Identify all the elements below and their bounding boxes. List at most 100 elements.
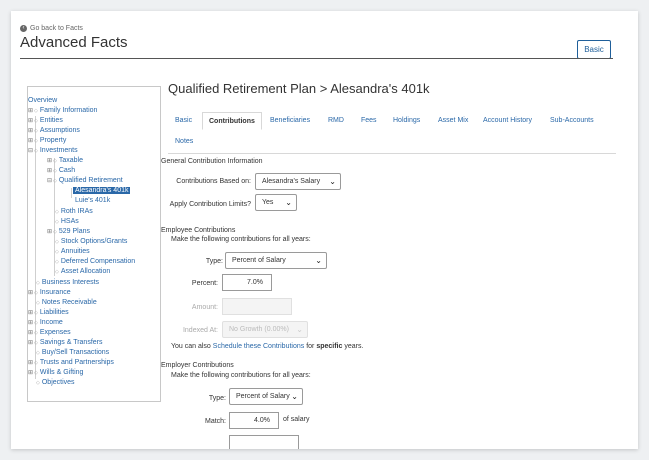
tree-item-deferred-compensation[interactable]: ◇ Deferred Compensation: [55, 257, 135, 267]
node-icon: ◇: [34, 138, 38, 144]
employer-match-suffix: of salary: [283, 416, 310, 423]
node-icon: ◇: [34, 320, 38, 326]
tree-item-expenses[interactable]: ⊞◇ Expenses: [28, 328, 71, 338]
apply-limits-label: Apply Contribution Limits?: [169, 201, 251, 208]
tree-item-business-interests[interactable]: ◇ Business Interests: [36, 278, 99, 288]
tree-item-stock-options[interactable]: ◇ Stock Options/Grants: [55, 237, 127, 247]
employee-percent-input[interactable]: 7.0%: [222, 274, 272, 291]
employer-type-select[interactable]: Percent of Salary ⌄: [229, 388, 303, 405]
back-to-facts-link[interactable]: ‹ Go back to Facts: [20, 25, 83, 32]
apply-limits-select[interactable]: Yes ⌄: [255, 194, 297, 211]
node-icon: ◇: [55, 269, 59, 275]
contributions-based-on-label: Contributions Based on:: [176, 178, 251, 185]
tab-asset-mix[interactable]: Asset Mix: [432, 112, 474, 130]
tab-holdings[interactable]: Holdings: [387, 112, 426, 130]
main-title: Qualified Retirement Plan > Alesandra's …: [168, 81, 430, 96]
node-icon: ◇: [34, 118, 38, 124]
employee-contributions-subheading: Make the following contributions for all…: [171, 236, 311, 243]
tree-item-roth-iras[interactable]: ◇ Roth IRAs: [55, 207, 93, 217]
node-icon: ◇: [55, 249, 59, 255]
node-icon: ◇: [53, 168, 57, 174]
chevron-down-icon: ⌄: [315, 256, 322, 265]
employer-type-label: Type:: [208, 395, 226, 402]
tree-item-hsas[interactable]: ◇ HSAs: [55, 217, 79, 227]
tree-item-overview[interactable]: Overview: [28, 96, 57, 105]
tree-item-objectives[interactable]: ◇ Objectives: [36, 378, 75, 388]
tree-item-qualified-retirement[interactable]: ⊟◇ Qualified Retirement: [47, 176, 123, 186]
node-icon: ◇: [34, 148, 38, 154]
employee-amount-input[interactable]: [222, 298, 292, 315]
employee-percent-label: Percent:: [191, 280, 218, 287]
page-title: Advanced Facts: [20, 34, 128, 51]
back-arrow-icon: ‹: [20, 25, 27, 32]
account-tabs: Basic Contributions Beneficiaries RMD Fe…: [168, 112, 616, 154]
chevron-down-icon: ⌄: [291, 392, 298, 401]
chevron-down-icon: ⌄: [285, 198, 292, 207]
tree-item-wills[interactable]: ⊞◇ Wills & Gifting: [28, 368, 83, 378]
tab-sub-accounts[interactable]: Sub-Accounts: [544, 112, 600, 130]
employer-next-input[interactable]: [229, 435, 299, 449]
tree-item-529-plans[interactable]: ⊞◇ 529 Plans: [47, 227, 90, 237]
node-icon: ◇: [34, 108, 38, 114]
employee-amount-label: Amount:: [191, 304, 218, 311]
node-icon: ◇: [55, 219, 59, 225]
tree-item-insurance[interactable]: ⊞◇ Insurance: [28, 288, 71, 298]
general-contribution-heading: General Contribution Information: [161, 158, 263, 165]
tree-item-family-information[interactable]: ⊞◇ Family Information: [28, 106, 97, 116]
facts-navigation-tree: Overview ⊞◇ Family Information ⊞◇ Entities…: [27, 86, 161, 402]
tree-item-savings-transfers[interactable]: ⊞◇ Savings & Transfers: [28, 338, 103, 348]
schedule-contributions-note: You can also Schedule these Contribution…: [171, 343, 364, 350]
node-icon: ◇: [34, 330, 38, 336]
tree-item-notes-receivable[interactable]: ◇ Notes Receivable: [36, 298, 97, 308]
contributions-based-on-select[interactable]: Alesandra's Salary ⌄: [255, 173, 341, 190]
tree-item-assumptions[interactable]: ⊞◇ Assumptions: [28, 126, 80, 136]
node-icon: ◇: [34, 340, 38, 346]
tree-item-asset-allocation[interactable]: ◇ Asset Allocation: [55, 267, 110, 277]
node-icon: ◇: [55, 209, 59, 215]
tab-beneficiaries[interactable]: Beneficiaries: [264, 112, 316, 130]
title-divider: [20, 58, 613, 59]
employer-match-input[interactable]: 4.0%: [229, 412, 279, 429]
employee-indexed-select[interactable]: No Growth (0.00%) ⌄: [222, 321, 308, 338]
node-icon: ◇: [36, 300, 40, 306]
advanced-facts-page: ‹ Go back to Facts Advanced Facts Basic …: [11, 11, 638, 449]
node-icon: ◇: [34, 310, 38, 316]
tree-item-buy-sell[interactable]: ◇ Buy/Sell Transactions: [36, 348, 109, 358]
node-icon: ◇: [55, 259, 59, 265]
tree-item-trusts[interactable]: ⊞◇ Trusts and Partnerships: [28, 358, 114, 368]
chevron-down-icon: ⌄: [296, 325, 303, 334]
node-icon: ◇: [34, 370, 38, 376]
tree-item-cash[interactable]: ⊞◇ Cash: [47, 166, 75, 176]
tree-item-income[interactable]: ⊞◇ Income: [28, 318, 63, 328]
tree-line: [71, 188, 72, 198]
tree-item-property[interactable]: ⊞◇ Property: [28, 136, 66, 146]
node-icon: ◇: [36, 380, 40, 386]
node-icon: ◇: [53, 178, 57, 184]
node-icon: ◇: [36, 280, 40, 286]
node-icon: ◇: [34, 360, 38, 366]
employer-contributions-subheading: Make the following contributions for all…: [171, 372, 311, 379]
employer-contributions-heading: Employer Contributions: [161, 362, 234, 369]
employer-match-label: Match:: [204, 418, 226, 425]
tab-notes[interactable]: Notes: [169, 133, 199, 151]
tab-contributions[interactable]: Contributions: [202, 112, 262, 130]
tree-item-liabilities[interactable]: ⊞◇ Liabilities: [28, 308, 69, 318]
node-icon: ◇: [34, 128, 38, 134]
tree-item-entities[interactable]: ⊞◇ Entities: [28, 116, 63, 126]
tab-rmd[interactable]: RMD: [322, 112, 350, 130]
tab-basic[interactable]: Basic: [169, 112, 198, 130]
tree-item-luies-401k[interactable]: Luie's 401k: [75, 196, 110, 205]
tree-item-alesandras-401k[interactable]: Alesandra's 401k: [73, 186, 131, 195]
tree-item-annuities[interactable]: ◇ Annuities: [55, 247, 90, 257]
employee-contributions-heading: Employee Contributions: [161, 227, 236, 234]
tab-fees[interactable]: Fees: [355, 112, 383, 130]
node-icon: ◇: [55, 239, 59, 245]
schedule-contributions-link[interactable]: Schedule these Contributions: [213, 343, 304, 350]
tab-account-history[interactable]: Account History: [477, 112, 538, 130]
tree-item-investments[interactable]: ⊟◇ Investments: [28, 146, 78, 156]
node-icon: ◇: [53, 158, 57, 164]
tree-item-taxable[interactable]: ⊞◇ Taxable: [47, 156, 83, 166]
basic-mode-button[interactable]: Basic: [577, 40, 611, 59]
node-icon: ◇: [36, 350, 40, 356]
employee-type-select[interactable]: Percent of Salary ⌄: [225, 252, 327, 269]
